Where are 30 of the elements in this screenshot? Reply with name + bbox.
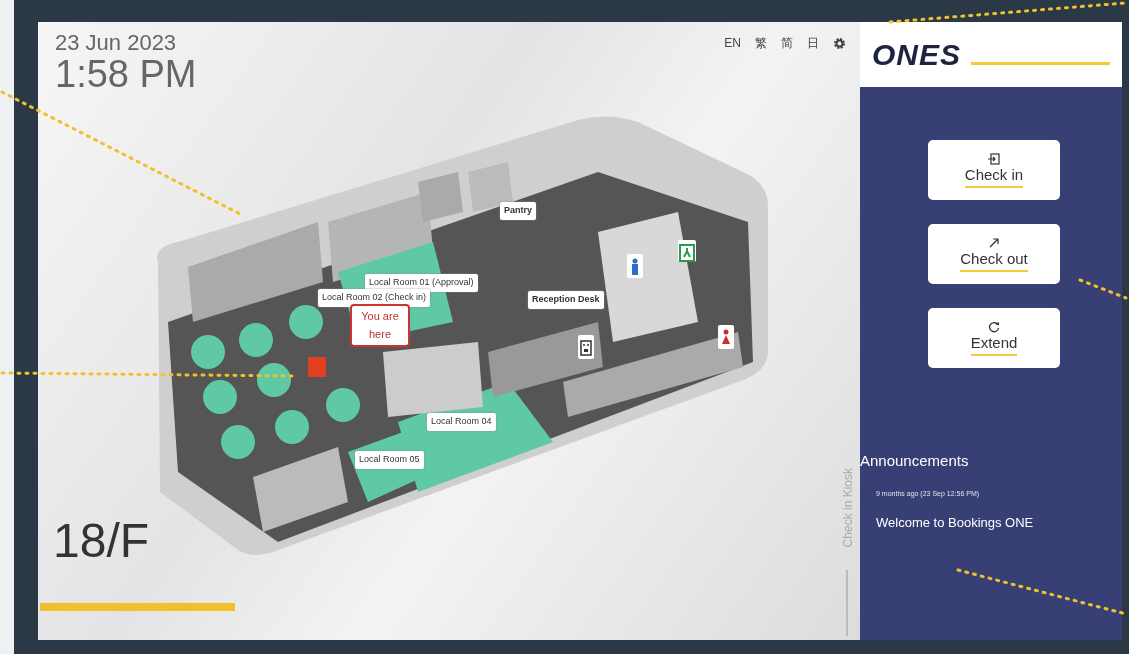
facility-label: Pantry [500, 202, 536, 220]
enter-icon [987, 151, 1001, 166]
announcement-message: Welcome to Bookings ONE [876, 514, 1035, 532]
exit-sign-icon [678, 240, 696, 262]
action-button[interactable]: Check in [928, 140, 1060, 200]
action-button[interactable]: Extend [928, 308, 1060, 368]
exit-icon [987, 235, 1001, 250]
settings-icon[interactable] [833, 36, 846, 50]
refresh-icon [987, 319, 1001, 334]
side-line [846, 570, 848, 636]
floor-label: 18/F [53, 517, 150, 565]
room-label: Local Room 01 (Approval) [365, 274, 478, 292]
male-toilet-icon [627, 254, 643, 278]
kiosk-icon [578, 335, 594, 359]
female-toilet-icon [718, 325, 734, 349]
facility-label: Reception Desk [528, 291, 604, 309]
action-button[interactable]: Check out [928, 224, 1060, 284]
room-label: Local Room 02 (Check in) [318, 289, 431, 307]
announcements-heading: Announcements [860, 451, 970, 471]
you-are-here-marker: You are here [350, 304, 410, 348]
date-text: 23 Jun 2023 [55, 32, 178, 54]
language-link[interactable]: EN [724, 34, 741, 52]
room-label: Local Room 04 [427, 413, 496, 431]
language-link[interactable]: 简 [781, 34, 793, 52]
time-text: 1:58 PM [55, 54, 197, 96]
logo-text: ONES [872, 37, 962, 73]
dotted-line [1078, 278, 1128, 300]
language-link[interactable]: 日 [807, 34, 819, 52]
room-label: Local Room 05 [355, 451, 424, 469]
language-link[interactable]: 繁 [755, 34, 767, 52]
